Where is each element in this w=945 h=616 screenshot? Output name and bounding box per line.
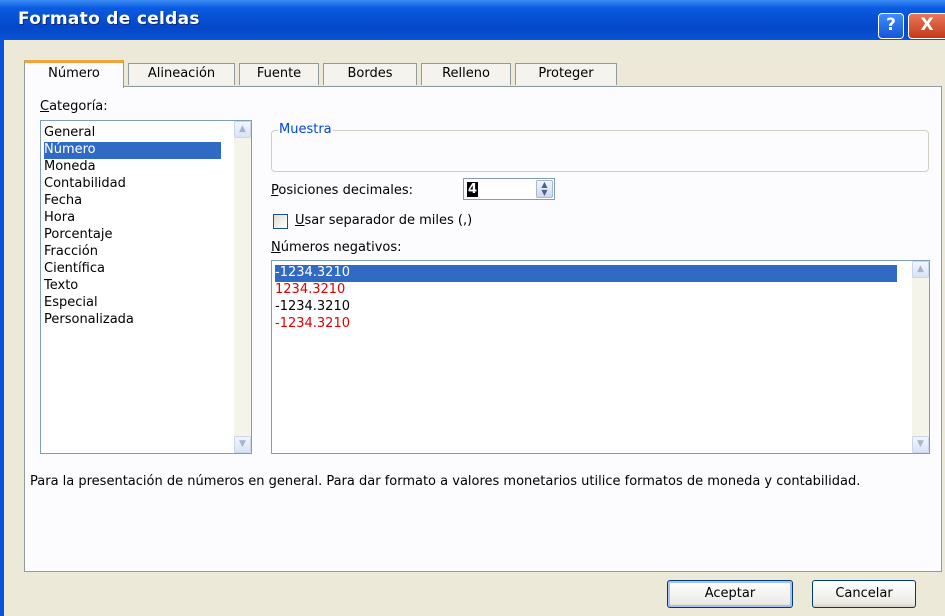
- negative-format-item-4[interactable]: -1234.3210: [275, 316, 350, 333]
- dialog-body: Número Alineación Fuente Bordes Relleno …: [4, 40, 945, 616]
- tab-proteger[interactable]: Proteger: [515, 63, 617, 85]
- decimals-spinner[interactable]: 4 ▲ ▼: [463, 178, 555, 200]
- help-button[interactable]: ?: [878, 13, 904, 39]
- title-bar[interactable]: Formato de celdas ? X: [0, 0, 945, 40]
- category-item-fecha[interactable]: Fecha: [44, 193, 82, 210]
- category-item-general[interactable]: General: [44, 125, 95, 142]
- category-item-especial[interactable]: Especial: [44, 295, 98, 312]
- dialog-title: Formato de celdas: [18, 9, 200, 29]
- tab-alineacion[interactable]: Alineación: [128, 63, 235, 85]
- tab-relleno[interactable]: Relleno: [421, 63, 511, 85]
- scroll-up-icon[interactable]: ▲: [234, 121, 251, 138]
- sample-label: Muestra: [278, 122, 333, 137]
- category-item-hora[interactable]: Hora: [44, 210, 75, 227]
- tab-panel-numero: Categoría: General Número Moneda Contabi…: [24, 86, 942, 572]
- category-item-porcentaje[interactable]: Porcentaje: [44, 227, 112, 244]
- negative-format-item-1[interactable]: -1234.3210: [275, 265, 897, 282]
- category-item-texto[interactable]: Texto: [44, 278, 78, 295]
- category-listbox[interactable]: General Número Moneda Contabilidad Fecha…: [40, 120, 252, 454]
- scroll-down-icon[interactable]: ▼: [234, 436, 251, 453]
- cancel-button[interactable]: Cancelar: [812, 580, 916, 608]
- thousands-separator-label[interactable]: Usar separador de miles (,): [295, 213, 472, 228]
- format-cells-dialog: Formato de celdas ? X Número Alineación …: [0, 0, 945, 616]
- category-item-personalizada[interactable]: Personalizada: [44, 312, 134, 329]
- category-item-cientifica[interactable]: Científica: [44, 261, 105, 278]
- decimals-value[interactable]: 4: [467, 182, 479, 197]
- tab-numero[interactable]: Número: [24, 60, 124, 88]
- decimals-label: Posiciones decimales:: [271, 183, 413, 198]
- close-button[interactable]: X: [908, 13, 945, 39]
- category-item-fraccion[interactable]: Fracción: [44, 244, 98, 261]
- category-item-contabilidad[interactable]: Contabilidad: [44, 176, 126, 193]
- tab-bordes[interactable]: Bordes: [323, 63, 417, 85]
- negative-numbers-listbox[interactable]: -1234.3210 1234.3210 -1234.3210 -1234.32…: [271, 260, 930, 454]
- scroll-up-icon[interactable]: ▲: [912, 261, 929, 278]
- negative-format-item-3[interactable]: -1234.3210: [275, 299, 350, 316]
- category-label: Categoría:: [40, 99, 108, 114]
- format-description: Para la presentación de números en gener…: [30, 474, 861, 489]
- ok-button[interactable]: Aceptar: [667, 580, 793, 608]
- negative-numbers-label: Números negativos:: [271, 240, 402, 255]
- negative-format-item-2[interactable]: 1234.3210: [275, 282, 345, 299]
- thousands-separator-checkbox[interactable]: [273, 214, 288, 229]
- sample-groupbox: [271, 130, 929, 172]
- category-item-numero[interactable]: Número: [44, 142, 221, 159]
- category-item-moneda[interactable]: Moneda: [44, 159, 96, 176]
- category-scrollbar[interactable]: ▲ ▼: [234, 121, 251, 453]
- tab-fuente[interactable]: Fuente: [239, 63, 319, 85]
- spin-updown-icon[interactable]: ▲ ▼: [536, 180, 553, 198]
- negative-scrollbar[interactable]: ▲ ▼: [912, 261, 929, 453]
- scroll-down-icon[interactable]: ▼: [912, 436, 929, 453]
